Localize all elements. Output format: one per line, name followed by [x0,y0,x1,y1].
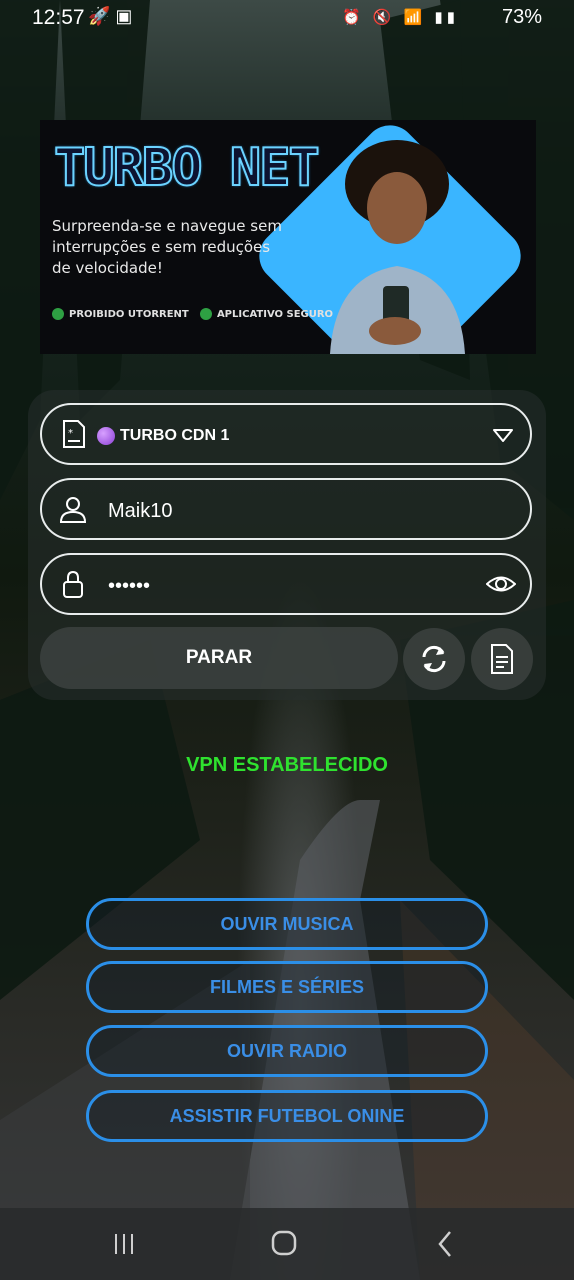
battery-level: 73% [501,6,542,28]
no-torrent-badge: PROIBIDO UTORRENT [52,308,189,320]
svg-text:*: * [68,428,73,439]
utorrent-icon [52,308,64,320]
home-icon[interactable] [264,1226,304,1262]
banner-badges: PROIBIDO UTORRENT APLICATIVO SEGURO [52,308,341,320]
chevron-down-icon [493,429,513,442]
system-nav-bar [0,1208,574,1280]
status-bar: 12:57 🚀 ▣ ⏰ 🔇 📶 ▮▮ 73% [0,0,574,36]
watch-football-button[interactable]: ASSISTIR FUTEBOL ONINE [86,1090,488,1142]
server-value: TURBO CDN 1 [120,427,230,444]
username-value: Maik10 [108,500,173,522]
listen-radio-button[interactable]: OUVIR RADIO [86,1025,488,1077]
promo-banner: TURBO NET Surpreenda-se e navegue sem in… [40,120,536,354]
lock-icon [63,570,83,598]
recent-apps-icon[interactable] [104,1226,144,1262]
username-field[interactable]: Maik10 [40,478,532,540]
shield-icon [199,308,212,320]
status-icons: ⏰ 🔇 📶 ▮▮ [342,9,460,26]
server-status-dot [97,427,115,445]
refresh-button[interactable] [403,628,465,690]
banner-tagline: Surpreenda-se e navegue sem interrupções… [52,217,282,277]
refresh-icon [422,645,446,673]
eye-icon[interactable] [486,571,516,597]
safe-app-badge: APLICATIVO SEGURO [199,308,333,320]
document-lock-icon: * [63,420,85,448]
password-field[interactable]: •••••• [40,553,532,615]
brand-logo: TURBO NET [53,137,321,199]
woman-with-phone-image [330,140,465,354]
listen-music-button[interactable]: OUVIR MUSICA [86,898,488,950]
rocket-icon: 🚀 ▣ [88,6,133,26]
logs-button[interactable] [471,628,533,690]
clock: 12:57 [32,6,85,29]
vpn-status: VPN ESTABELECIDO [186,754,388,776]
stop-button[interactable]: PARAR [40,627,398,689]
back-icon[interactable] [426,1226,466,1262]
password-value: •••••• [108,575,151,597]
document-icon [491,644,513,674]
server-select[interactable]: * TURBO CDN 1 [40,403,532,465]
movies-series-button[interactable]: FILMES E SÉRIES [86,961,488,1013]
user-icon [59,497,87,523]
